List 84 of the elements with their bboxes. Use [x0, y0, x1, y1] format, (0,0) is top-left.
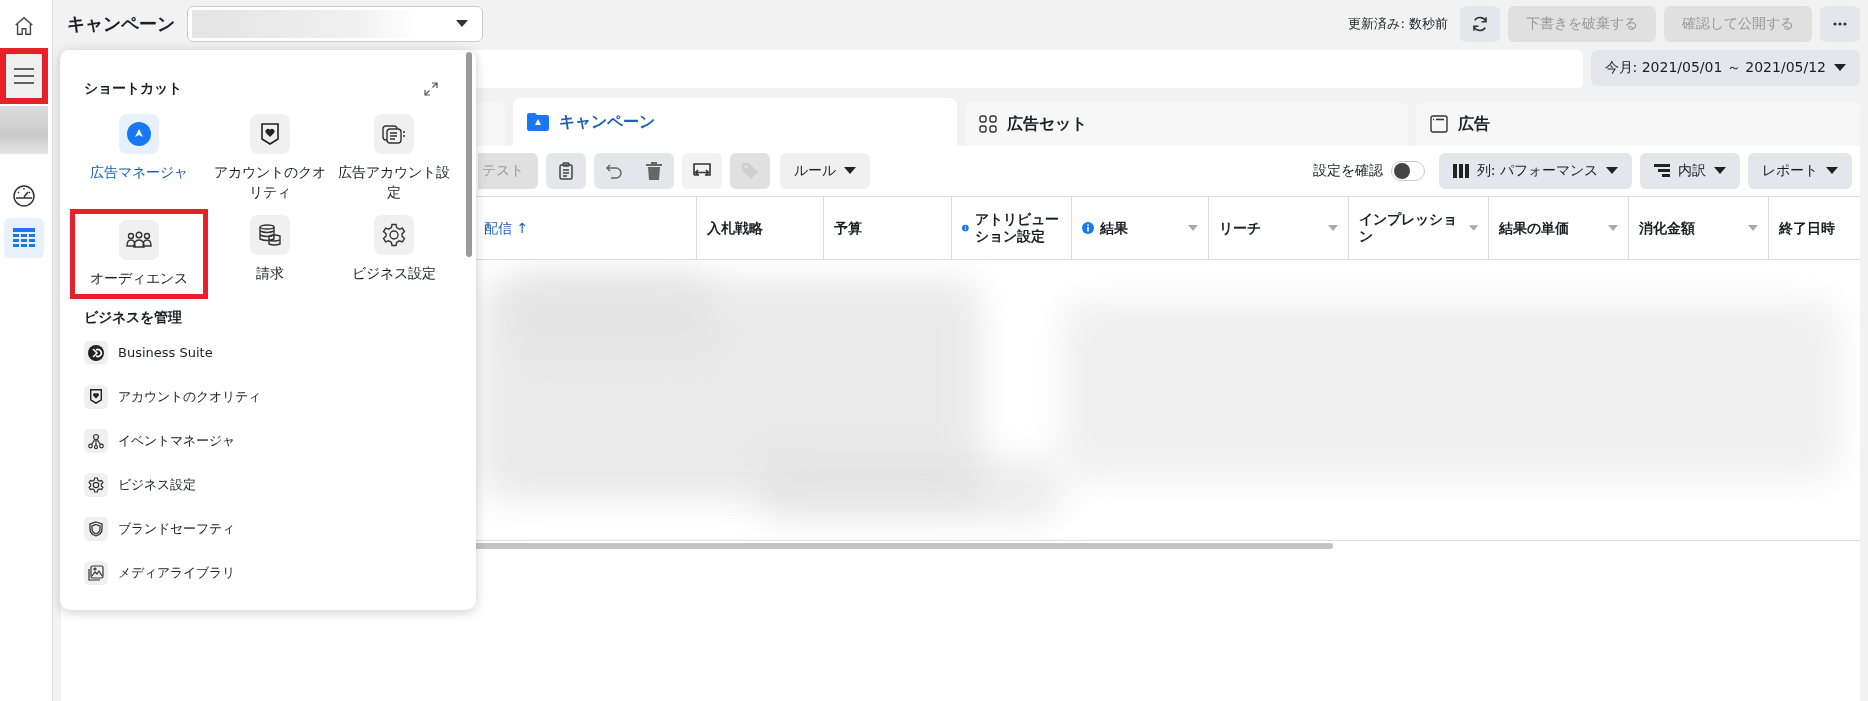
shortcut-item[interactable]: 請求 [208, 208, 332, 299]
table-icon [13, 228, 35, 248]
caret-icon [1834, 64, 1846, 72]
column-header[interactable]: 予算 [823, 197, 951, 259]
reports-dropdown[interactable]: レポート [1748, 153, 1852, 189]
shield-icon [84, 516, 108, 541]
review-label: 設定を確認 [1312, 162, 1383, 180]
caret-icon [844, 167, 856, 175]
grid-icon [978, 115, 997, 133]
refresh-icon [1471, 15, 1489, 33]
shortcut-item[interactable]: 広告アカウント設定 [332, 108, 456, 209]
refresh-button[interactable] [1460, 6, 1500, 42]
home-icon [13, 15, 35, 37]
column-header[interactable]: 終了日時 [1768, 197, 1860, 259]
column-header[interactable]: リーチ [1208, 197, 1348, 259]
update-status: 更新済み: 数秒前 [1348, 15, 1448, 33]
section-title: ビジネスを管理 [84, 308, 183, 327]
shortcut-item[interactable]: アカウントのクオリティ [208, 108, 332, 209]
caret-icon[interactable] [1608, 225, 1618, 231]
expand-icon[interactable] [424, 82, 438, 96]
menu-item[interactable]: ビジネス設定 [84, 462, 452, 507]
page-title: キャンペーン [67, 12, 175, 36]
undo-icon [605, 163, 623, 179]
column-header[interactable]: 入札戦略 [696, 197, 823, 259]
caret-icon [1714, 167, 1726, 175]
image-icon [84, 560, 108, 585]
menu-item[interactable]: イベントマネージャ [84, 418, 452, 463]
delete-button[interactable] [634, 153, 674, 189]
nodes-icon [84, 428, 108, 453]
tab[interactable]: 広告セット [964, 102, 1409, 146]
info-icon [1082, 222, 1094, 234]
menu-item[interactable]: Business Suite [84, 330, 452, 375]
caret-icon[interactable] [1468, 225, 1478, 231]
column-header[interactable]: アトリビューション設定 [951, 197, 1071, 259]
coins-icon [250, 214, 290, 255]
caret-icon [456, 20, 468, 28]
columns-icon [1452, 164, 1469, 178]
menu-item[interactable]: メディアライブラリ [84, 550, 452, 595]
tab[interactable]: 広告 [1416, 102, 1860, 146]
info-icon [962, 222, 969, 234]
rules-dropdown[interactable]: ルール [780, 153, 870, 189]
navigation-icon [119, 114, 159, 154]
settings-icon [374, 214, 414, 255]
columns-dropdown[interactable]: 列: パフォーマンス [1438, 153, 1632, 189]
folder-icon [526, 113, 549, 131]
swap-button[interactable] [682, 153, 722, 189]
clipboard-button[interactable] [546, 153, 586, 189]
people-icon [119, 219, 159, 260]
shortcut-item[interactable]: 広告マネージャ [70, 108, 208, 209]
section-title: ショートカット [84, 80, 182, 98]
shortcut-item[interactable]: ビジネス設定 [332, 208, 456, 299]
blurred-area [0, 106, 48, 154]
clipboard-icon [559, 162, 573, 180]
caret-icon[interactable] [1748, 225, 1758, 231]
menu-item[interactable]: アカウントのクオリティ [84, 374, 452, 419]
window-icon [1430, 115, 1449, 133]
caret-icon [1826, 167, 1838, 175]
shortcut-item[interactable]: オーディエンス [70, 208, 208, 299]
undo-button[interactable] [594, 153, 634, 189]
caret-icon[interactable] [1328, 225, 1338, 231]
breakdown-dropdown[interactable]: 内訳 [1640, 153, 1740, 189]
column-header[interactable]: インプレッション [1348, 197, 1488, 259]
menu-item[interactable]: ブランドセーフティ [84, 506, 452, 551]
table-button[interactable] [4, 218, 44, 258]
menu-icon [13, 66, 35, 86]
account-dropdown[interactable] [187, 6, 483, 42]
menu-button[interactable] [0, 48, 48, 104]
caret-icon [1606, 167, 1618, 175]
column-header[interactable]: 結果 [1071, 197, 1208, 259]
breakdown-icon [1654, 164, 1670, 178]
date-range-button[interactable]: 今月: 2021/05/01 ～ 2021/05/12 [1590, 50, 1860, 86]
more-icon [1833, 22, 1847, 26]
scrollbar-thumb[interactable] [466, 52, 472, 257]
tag-icon [741, 162, 759, 180]
tab[interactable]: キャンペーン [512, 98, 957, 146]
caret-icon[interactable] [1188, 225, 1198, 231]
column-header[interactable]: 結果の単価 [1488, 197, 1628, 259]
more-button[interactable] [1820, 6, 1860, 42]
settings-icon [84, 472, 108, 497]
scrollbar-thumb[interactable] [473, 543, 1333, 549]
cards-icon [374, 114, 414, 154]
column-header[interactable]: 消化金額 [1628, 197, 1768, 259]
gauge-icon [12, 184, 36, 208]
trash-icon [646, 162, 662, 180]
